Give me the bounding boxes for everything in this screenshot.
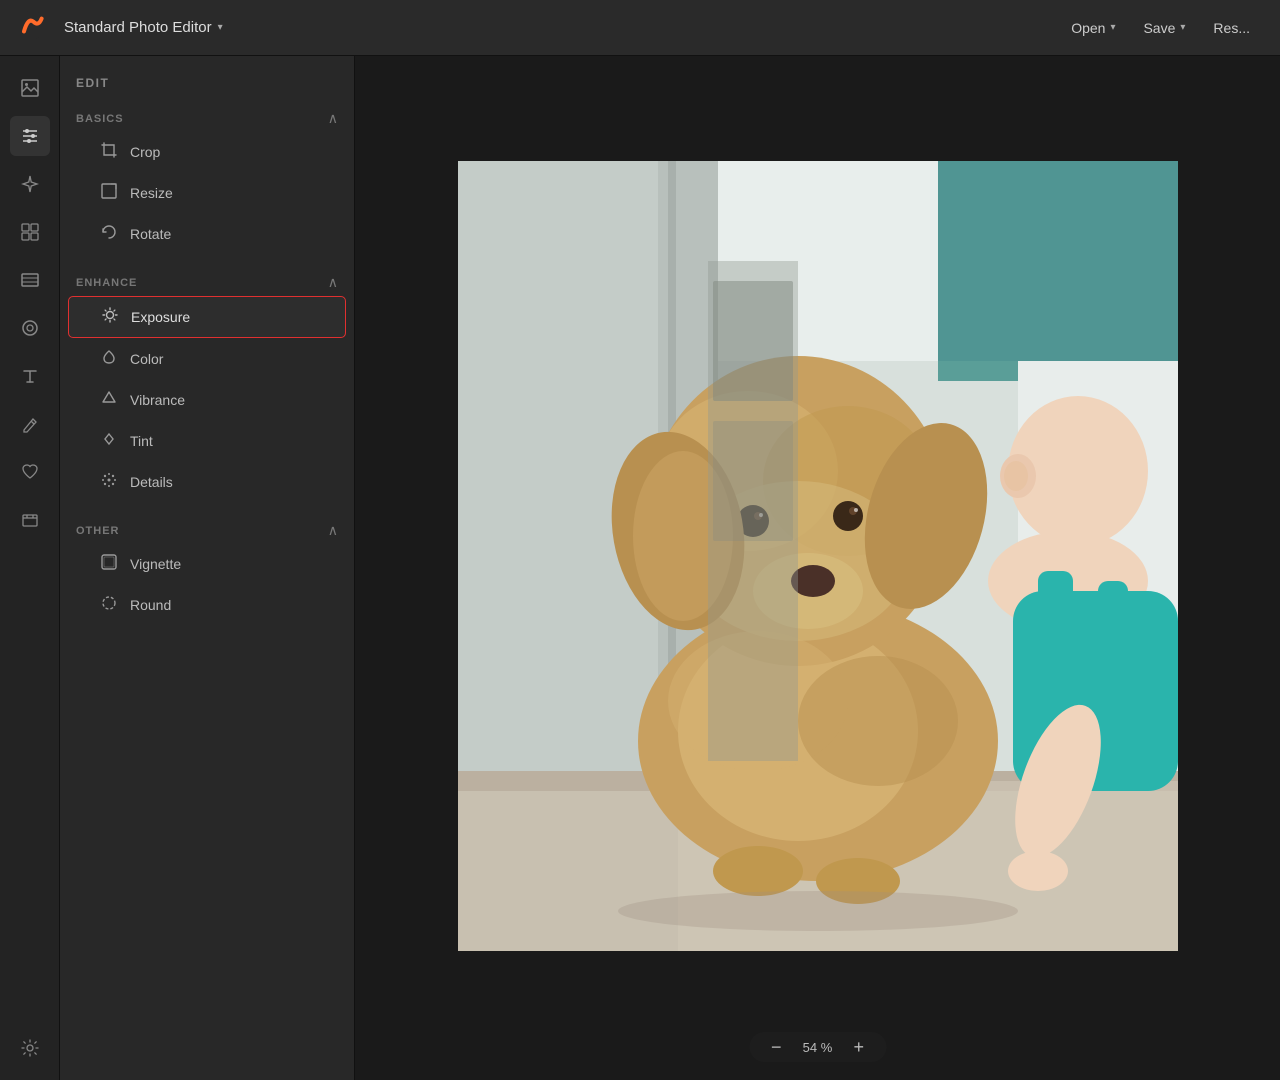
sidebar-item-exposure[interactable]: Exposure [68,296,346,338]
crop-label: Crop [130,144,160,160]
sidebar-item-crop[interactable]: Crop [68,132,346,172]
open-chevron-icon: ▾ [1110,22,1115,33]
main-area: EDIT BASICS ∧ Crop Resize [0,56,1280,1080]
tint-icon [100,431,118,451]
stickers-icon-btn[interactable] [10,500,50,540]
rotate-label: Rotate [130,226,171,242]
details-icon [100,472,118,492]
vibrance-label: Vibrance [130,392,185,408]
basics-collapse-btn[interactable]: ∧ [328,110,338,127]
sidebar-item-resize[interactable]: Resize [68,173,346,213]
sidebar: EDIT BASICS ∧ Crop Resize [60,56,355,1080]
camera-icon-btn[interactable] [10,308,50,348]
enhance-section-header: ENHANCE ∧ [60,266,354,295]
basics-section-header: BASICS ∧ [60,102,354,131]
app-logo [16,9,64,46]
panel-icon-btn[interactable] [10,260,50,300]
open-button[interactable]: Open ▾ [1057,14,1129,42]
vignette-icon [100,554,118,574]
sidebar-item-tint[interactable]: Tint [68,421,346,461]
exposure-icon [101,307,119,327]
sidebar-item-vibrance[interactable]: Vibrance [68,380,346,420]
tint-label: Tint [130,433,153,449]
zoom-bar: − 54 % + [749,1032,886,1062]
sliders-icon-btn[interactable] [10,116,50,156]
resize-icon [100,183,118,203]
zoom-out-button[interactable]: − [767,1038,786,1056]
exposure-label: Exposure [131,309,190,325]
topbar: Standard Photo Editor ▾ Open ▾ Save ▾ Re… [0,0,1280,56]
color-icon [100,349,118,369]
title-chevron-icon: ▾ [218,22,223,33]
basics-label: BASICS [76,113,124,125]
icon-bar [0,56,60,1080]
canvas-area: − 54 % + [355,56,1280,1080]
save-button[interactable]: Save ▾ [1129,14,1199,42]
heart-icon-btn[interactable] [10,452,50,492]
zoom-in-button[interactable]: + [850,1038,869,1056]
app-title-dropdown[interactable]: Standard Photo Editor ▾ [64,19,223,36]
round-label: Round [130,597,171,613]
other-collapse-btn[interactable]: ∧ [328,522,338,539]
settings-icon-btn[interactable] [10,1028,50,1068]
magic-icon-btn[interactable] [10,164,50,204]
details-label: Details [130,474,173,490]
vignette-label: Vignette [130,556,181,572]
round-icon [100,595,118,615]
save-chevron-icon: ▾ [1180,22,1185,33]
other-label: OTHER [76,525,120,537]
edit-section-label: EDIT [60,72,354,102]
draw-icon-btn[interactable] [10,404,50,444]
image-icon-btn[interactable] [10,68,50,108]
enhance-collapse-btn[interactable]: ∧ [328,274,338,291]
sidebar-item-details[interactable]: Details [68,462,346,502]
zoom-value: 54 % [800,1040,836,1055]
sidebar-item-rotate[interactable]: Rotate [68,214,346,254]
enhance-label: ENHANCE [76,277,137,289]
sidebar-item-vignette[interactable]: Vignette [68,544,346,584]
resize-label: Resize [130,185,173,201]
rotate-icon [100,224,118,244]
photo-canvas [458,161,1178,951]
crop-icon [100,142,118,162]
color-label: Color [130,351,163,367]
text-icon-btn[interactable] [10,356,50,396]
vibrance-icon [100,390,118,410]
other-section-header: OTHER ∧ [60,514,354,543]
reset-button[interactable]: Res... [1199,14,1264,42]
sidebar-item-round[interactable]: Round [68,585,346,625]
photo-container [458,161,1178,956]
grid-icon-btn[interactable] [10,212,50,252]
sidebar-item-color[interactable]: Color [68,339,346,379]
app-title: Standard Photo Editor [64,19,212,36]
